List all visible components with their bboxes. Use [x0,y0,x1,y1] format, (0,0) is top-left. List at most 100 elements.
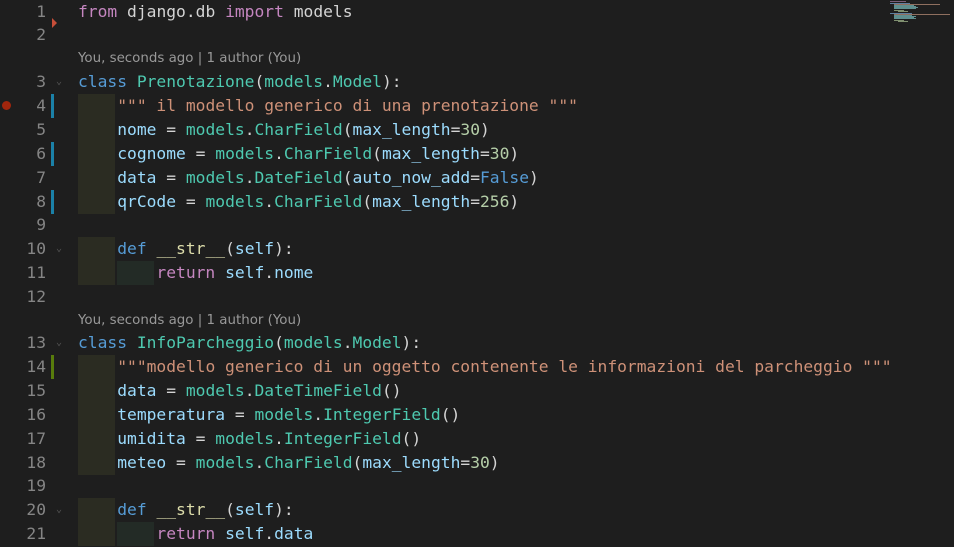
code-line: 3 class Prenotazione(models.Model): [0,70,900,94]
code-text[interactable]: """ il modello generico di una prenotazi… [78,94,578,118]
line-number[interactable]: 7 [0,166,46,190]
code-token: () [381,381,402,400]
code-token: class [78,72,128,91]
line-number[interactable]: 17 [0,427,46,451]
fold-chevron-icon[interactable]: ⌄ [56,77,66,87]
line-number[interactable]: 8 [0,190,46,214]
line-number[interactable]: 5 [0,118,46,142]
line-number[interactable]: 9 [0,213,46,237]
code-text[interactable]: return self.data [78,522,313,546]
code-text[interactable]: def __str__(self): [78,237,294,261]
line-number[interactable]: 12 [0,285,46,309]
code-text[interactable]: data = models.DateTimeField() [78,379,402,403]
code-line: 5 nome = models.CharField(max_length=30) [0,118,900,142]
code-token: ( [342,168,353,187]
code-line: 13 class InfoParcheggio(models.Model): [0,331,900,355]
minimap[interactable] [890,0,954,22]
code-text[interactable]: return self.nome [78,261,313,285]
fold-chevron-icon[interactable]: ⌄ [56,244,66,254]
code-token: = [156,168,186,187]
line-number[interactable]: 6 [0,142,46,166]
code-text[interactable]: umidita = models.IntegerField() [78,427,421,451]
code-line: 2 [0,23,900,47]
line-number[interactable]: 15 [0,379,46,403]
line-number[interactable]: 10 [0,237,46,261]
code-token: DateTimeField [254,381,382,400]
code-token: = [450,120,461,139]
git-modified-bar[interactable] [51,142,54,166]
code-token: . [244,381,255,400]
line-number[interactable]: 19 [0,474,46,498]
code-text[interactable]: meteo = models.CharField(max_length=30) [78,451,499,475]
code-token: def [117,239,147,258]
code-token: = [185,144,216,163]
code-token: auto_now_add [352,168,471,187]
git-modified-bar[interactable] [51,94,54,118]
fold-chevron-icon[interactable]: ⌄ [56,338,66,348]
code-token: CharField [264,453,353,472]
code-token: ) [529,168,539,187]
code-text[interactable]: nome = models.CharField(max_length=30) [78,118,490,142]
code-token: 30 [489,144,510,163]
code-token: models [283,333,343,352]
code-token: . [264,192,275,211]
line-number[interactable]: 2 [0,23,46,47]
git-added-bar[interactable] [51,355,54,379]
code-token: models [215,429,275,448]
code-editor[interactable]: You, seconds ago | 1 author (You) You, s… [0,0,954,547]
line-number[interactable]: 21 [0,522,46,546]
line-number[interactable]: 20 [0,498,46,522]
code-text[interactable]: temperatura = models.IntegerField() [78,403,460,427]
code-token: ) [509,144,520,163]
code-line: 15 data = models.DateTimeField() [0,379,900,403]
git-modified-bar[interactable] [51,190,54,214]
code-token: False [480,168,530,187]
code-line: 16 temperatura = models.IntegerField() [0,403,900,427]
code-text[interactable]: class Prenotazione(models.Model): [78,70,402,94]
code-token: models [195,453,255,472]
code-text[interactable]: """modello generico di un oggetto conten… [78,355,891,379]
code-token: data [117,381,157,400]
code-token: data [117,168,157,187]
line-number[interactable]: 1 [0,0,46,24]
code-token: ( [372,144,382,163]
code-line: 19 [0,474,900,498]
code-token: max_length [372,192,471,211]
code-line: 7 data = models.DateField(auto_now_add=F… [0,166,900,190]
code-token: import [225,2,284,21]
code-text[interactable]: from django.db import models [78,0,353,24]
code-text[interactable]: data = models.DateField(auto_now_add=Fal… [78,166,539,190]
line-number[interactable]: 18 [0,451,46,475]
code-text[interactable]: qrCode = models.CharField(max_length=256… [78,190,519,214]
code-token: temperatura [117,405,226,424]
code-token: __str__ [156,239,226,258]
code-token: ( [254,72,265,91]
code-token: ( [342,120,353,139]
code-token: ) [509,192,520,211]
code-text[interactable]: class InfoParcheggio(models.Model): [78,331,421,355]
fold-chevron-icon[interactable]: ⌄ [56,505,66,515]
line-number[interactable]: 16 [0,403,46,427]
code-token: IntegerField [283,429,402,448]
line-number[interactable]: 11 [0,261,46,285]
code-text[interactable]: cognome = models.CharField(max_length=30… [78,142,519,166]
code-text[interactable]: def __str__(self): [78,498,294,522]
line-number[interactable]: 3 [0,70,46,94]
code-token: = [166,453,196,472]
code-token: models [185,168,245,187]
line-number[interactable]: 13 [0,331,46,355]
code-token: = [176,192,206,211]
codelens-blame-prenotazione[interactable]: You, seconds ago | 1 author (You) [78,48,301,70]
code-token: = [156,381,186,400]
line-number[interactable]: 14 [0,355,46,379]
code-token: data [274,524,314,543]
breakpoint-icon[interactable] [2,101,11,110]
codelens-blame-infoparcheggio[interactable]: You, seconds ago | 1 author (You) [78,310,301,332]
